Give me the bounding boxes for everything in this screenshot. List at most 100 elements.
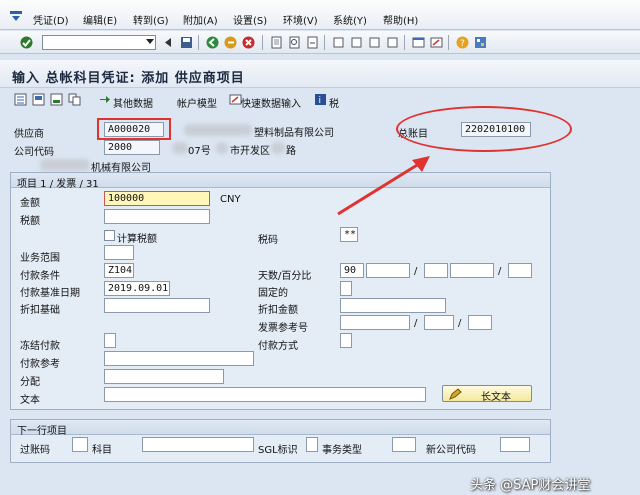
tax-button[interactable]: 税	[329, 95, 339, 110]
payment-method-label: 付款方式	[258, 341, 298, 352]
pencil-icon	[449, 388, 462, 400]
payment-block-field[interactable]	[104, 333, 116, 348]
command-field[interactable]	[42, 35, 156, 50]
long-text-button[interactable]: 长文本	[442, 385, 532, 403]
amount-field[interactable]: 100000	[104, 191, 210, 206]
account-field[interactable]	[142, 437, 254, 452]
next-page-icon[interactable]	[368, 36, 381, 49]
enter-check-icon[interactable]	[20, 36, 33, 49]
standard-toolbar: ?	[0, 31, 640, 54]
transaction-type-field[interactable]	[392, 437, 416, 452]
payment-method-field[interactable]	[340, 333, 352, 348]
sap-app-icon[interactable]	[9, 10, 23, 22]
menu-settings[interactable]: 设置(S)	[233, 12, 267, 27]
posting-key-field[interactable]	[72, 437, 88, 452]
baseline-date-field[interactable]: 2019.09.01	[104, 281, 170, 296]
tax-code-field[interactable]: **	[340, 227, 358, 242]
vendor-label: 供应商	[14, 129, 44, 140]
toolbar-separator	[324, 35, 325, 50]
toolbar-separator	[262, 35, 263, 50]
account-model-button[interactable]: 帐户模型	[177, 95, 217, 110]
invoice-ref-field-2[interactable]	[424, 315, 454, 330]
percent-field-1[interactable]	[366, 263, 410, 278]
find-icon[interactable]	[288, 36, 301, 49]
days-field-3[interactable]	[508, 263, 532, 278]
toolbar-separator	[448, 35, 449, 50]
redacted-company-name	[40, 159, 90, 171]
long-text-button-label: 长文本	[481, 392, 511, 403]
redacted-vendor-name	[184, 124, 252, 136]
menu-help[interactable]: 帮助(H)	[383, 12, 418, 27]
other-data-button[interactable]: 其他数据	[113, 95, 153, 110]
first-page-icon[interactable]	[332, 36, 345, 49]
invoice-ref-label: 发票参考号	[258, 323, 308, 334]
discount-amount-label: 折扣金额	[258, 305, 298, 316]
previous-page-icon[interactable]	[350, 36, 363, 49]
menu-document[interactable]: 凭证(D)	[33, 12, 69, 27]
title-bar: 输入 总帐科目凭证: 添加 供应商项目	[0, 60, 640, 88]
help-icon[interactable]: ?	[456, 36, 469, 49]
redacted-address	[172, 142, 188, 154]
payment-terms-field[interactable]: Z104	[104, 263, 134, 278]
business-area-label: 业务范围	[20, 253, 60, 264]
account-label: 科目	[92, 445, 112, 456]
park-icon[interactable]	[32, 93, 45, 106]
menu-system[interactable]: 系统(Y)	[333, 12, 367, 27]
payment-block-label: 冻结付款	[20, 341, 60, 352]
payment-ref-field[interactable]	[104, 351, 254, 366]
save-icon[interactable]	[180, 36, 193, 49]
application-toolbar: 其他数据 帐户模型 快速数据输入 i 税	[0, 89, 640, 111]
invoice-ref-field-3[interactable]	[468, 315, 492, 330]
sgl-indicator-field[interactable]	[306, 437, 318, 452]
discount-base-field[interactable]	[104, 298, 210, 313]
exit-icon[interactable]	[224, 36, 237, 49]
toolbar-separator	[404, 35, 405, 50]
svg-text:?: ?	[460, 39, 465, 49]
calculate-tax-checkbox[interactable]	[104, 230, 115, 241]
tax-code-label: 税码	[258, 235, 278, 246]
invoice-ref-field-1[interactable]	[340, 315, 410, 330]
item-group-header: 项目 1 / 发票 / 31	[11, 173, 550, 190]
menu-edit[interactable]: 编辑(E)	[83, 12, 117, 27]
percent-field-2[interactable]	[450, 263, 494, 278]
menu-extras[interactable]: 附加(A)	[183, 12, 218, 27]
slash-separator: /	[414, 266, 418, 277]
item-text-field[interactable]	[104, 387, 426, 402]
payment-terms-label: 付款条件	[20, 271, 60, 282]
assignment-field[interactable]	[104, 369, 224, 384]
fast-entry-button[interactable]: 快速数据输入	[241, 95, 301, 110]
other-data-icon[interactable]	[98, 93, 111, 106]
cancel-icon[interactable]	[242, 36, 255, 49]
back-arrow-icon[interactable]	[162, 36, 175, 49]
slash-separator: /	[414, 318, 418, 329]
info-icon[interactable]: i	[314, 93, 327, 106]
menu-environment[interactable]: 环境(V)	[283, 12, 318, 27]
menu-goto[interactable]: 转到(G)	[133, 12, 169, 27]
last-page-icon[interactable]	[386, 36, 399, 49]
hold-icon[interactable]	[50, 93, 63, 106]
shortcut-icon[interactable]	[430, 36, 443, 49]
payment-ref-label: 付款参考	[20, 359, 60, 370]
toolbar-separator	[198, 35, 199, 50]
green-back-icon[interactable]	[206, 36, 219, 49]
new-company-code-field[interactable]	[500, 437, 530, 452]
company-code-field[interactable]: 2000	[104, 140, 160, 155]
new-session-icon[interactable]	[412, 36, 425, 49]
next-item-group-title: 下一行项目	[17, 426, 67, 437]
find-next-icon[interactable]	[306, 36, 319, 49]
tax-amount-field[interactable]	[104, 209, 210, 224]
sgl-indicator-label: SGL标识	[258, 445, 298, 456]
tree-icon[interactable]	[14, 93, 27, 106]
layout-menu-icon[interactable]	[474, 36, 487, 49]
business-area-field[interactable]	[104, 245, 134, 260]
discount-amount-field[interactable]	[340, 298, 446, 313]
fixed-field[interactable]	[340, 281, 352, 296]
new-company-code-label: 新公司代码	[426, 445, 476, 456]
menu-bar: 凭证(D) 编辑(E) 转到(G) 附加(A) 设置(S) 环境(V) 系统(Y…	[0, 0, 640, 30]
copy-icon[interactable]	[68, 93, 81, 106]
days-field-2[interactable]	[424, 263, 448, 278]
chevron-down-icon[interactable]	[146, 39, 154, 44]
days-field-1[interactable]: 90	[340, 263, 364, 278]
vendor-name-text: 塑料制品有限公司	[254, 128, 334, 139]
print-icon[interactable]	[270, 36, 283, 49]
